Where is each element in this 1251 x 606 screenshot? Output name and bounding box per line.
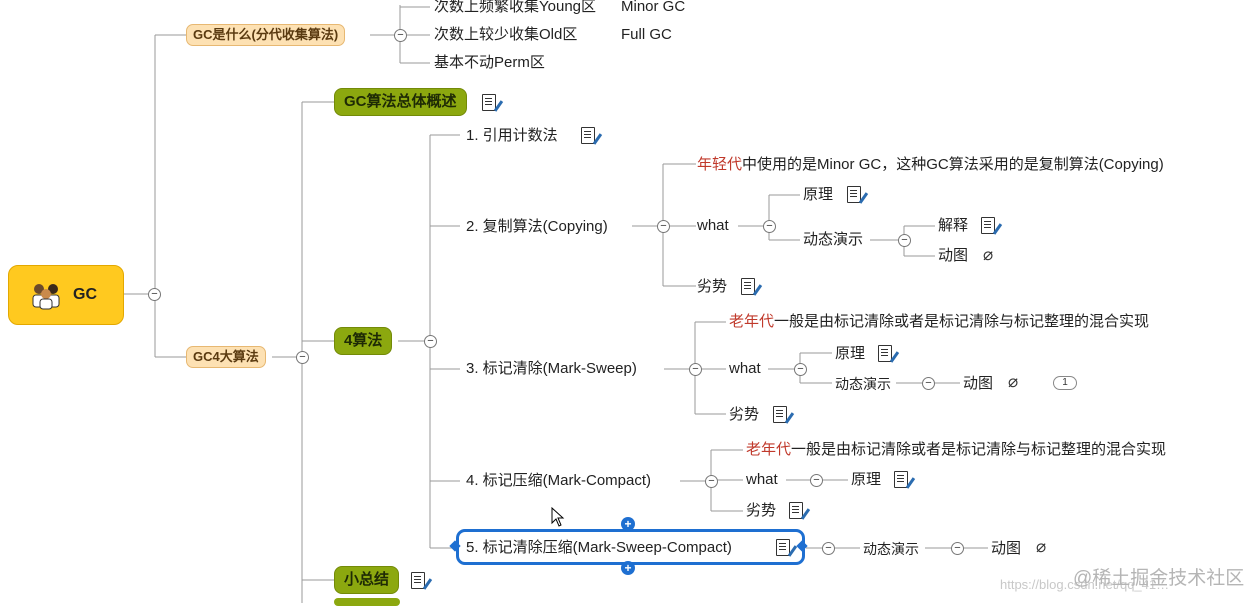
collapse-toggle-mark-sweep-what[interactable]: − [794,363,807,376]
mark-compact-description[interactable]: 老年代一般是由标记清除或者是标记清除与标记整理的混合实现 [746,441,1166,459]
note-icon[interactable] [411,572,425,589]
node-four-algos[interactable]: 4算法 [334,327,393,355]
note-icon[interactable] [482,94,496,111]
algo-mark-sweep-compact[interactable]: 5. 标记清除压缩(Mark-Sweep-Compact) [466,539,732,557]
branch-gc-what[interactable]: GC是什么(分代收集算法) [186,24,346,46]
note-icon[interactable] [741,278,755,295]
site-watermark: @稀土掘金技术社区 [1073,568,1245,589]
collapse-toggle-four[interactable]: − [424,335,437,348]
note-icon[interactable] [773,406,787,423]
node-summary[interactable]: 小总结 [334,566,400,594]
branch1-item-old[interactable]: 次数上较少收集Old区 [434,26,577,44]
connector-lines [123,5,988,603]
mark-sweep-weakness[interactable]: 劣势 [729,406,759,424]
mark-sweep-description[interactable]: 老年代一般是由标记清除或者是标记清除与标记整理的混合实现 [729,313,1149,331]
collapse-toggle-copying-demo[interactable]: − [898,234,911,247]
branch1-item-young-extra: Minor GC [621,0,686,15]
copying-principle[interactable]: 原理 [803,186,833,204]
branch-gc-four-algos[interactable]: GC4大算法 [186,346,266,368]
mark-compact-what[interactable]: what [746,471,778,489]
algo-copying[interactable]: 2. 复制算法(Copying) [466,218,608,236]
add-parent-handle[interactable]: + [621,517,635,531]
note-icon[interactable] [581,127,595,144]
mark-sweep-gif[interactable]: 动图 [963,375,993,393]
msc-gif[interactable]: 动图 [991,540,1021,558]
copying-explain[interactable]: 解释 [938,217,968,235]
collapse-toggle-branch1[interactable]: − [394,29,407,42]
copying-weakness[interactable]: 劣势 [697,278,727,296]
note-icon[interactable] [878,345,892,362]
collapse-toggle-mark-sweep-compact[interactable]: − [822,542,835,555]
note-icon[interactable] [776,539,790,556]
algo-reference-counting[interactable]: 1. 引用计数法 [466,127,558,145]
mark-compact-weakness[interactable]: 劣势 [746,502,776,520]
collapse-toggle-branch2[interactable]: − [296,351,309,364]
attachment-icon[interactable]: ⌀ [1008,372,1018,392]
algo-mark-sweep[interactable]: 3. 标记清除(Mark-Sweep) [466,360,637,378]
collapse-toggle-mark-sweep-demo[interactable]: − [922,377,935,390]
note-icon[interactable] [847,186,861,203]
attachment-icon[interactable]: ⌀ [1036,537,1046,557]
node-next-partial [334,598,400,606]
mark-sweep-what[interactable]: what [729,360,761,378]
mark-sweep-principle[interactable]: 原理 [835,345,865,363]
note-icon[interactable] [789,502,803,519]
node-gc-overview[interactable]: GC算法总体概述 [334,88,467,116]
collapse-toggle-mark-sweep[interactable]: − [689,363,702,376]
collapse-toggle-mark-compact[interactable]: − [705,475,718,488]
branch1-item-perm[interactable]: 基本不动Perm区 [434,54,545,72]
count-badge: 1 [1053,376,1077,390]
mark-sweep-demo[interactable]: 动态演示 [835,375,891,393]
copying-gif[interactable]: 动图 [938,247,968,265]
branch1-item-old-extra: Full GC [621,26,672,43]
mouse-cursor-icon [551,507,565,527]
collapse-toggle-copying[interactable]: − [657,220,670,233]
people-icon [32,284,60,310]
branch1-item-young[interactable]: 次数上频繁收集Young区 [434,0,596,16]
note-icon[interactable] [981,217,995,234]
mark-compact-principle[interactable]: 原理 [851,471,881,489]
copying-demo[interactable]: 动态演示 [803,231,863,249]
copying-what[interactable]: what [697,217,729,235]
collapse-toggle-copying-what[interactable]: − [763,220,776,233]
attachment-icon[interactable]: ⌀ [983,245,993,265]
algo-mark-compact[interactable]: 4. 标记压缩(Mark-Compact) [466,472,651,490]
add-child-handle[interactable]: + [621,561,635,575]
collapse-toggle-root[interactable]: − [148,288,161,301]
msc-demo[interactable]: 动态演示 [863,540,919,558]
collapse-toggle-msc-demo[interactable]: − [951,542,964,555]
root-label: GC [73,286,97,303]
note-icon[interactable] [894,471,908,488]
collapse-toggle-mark-compact-what[interactable]: − [810,474,823,487]
copying-description[interactable]: 年轻代中使用的是Minor GC，这种GC算法采用的是复制算法(Copying) [697,156,1164,174]
root-node-gc[interactable]: GC [8,265,124,325]
